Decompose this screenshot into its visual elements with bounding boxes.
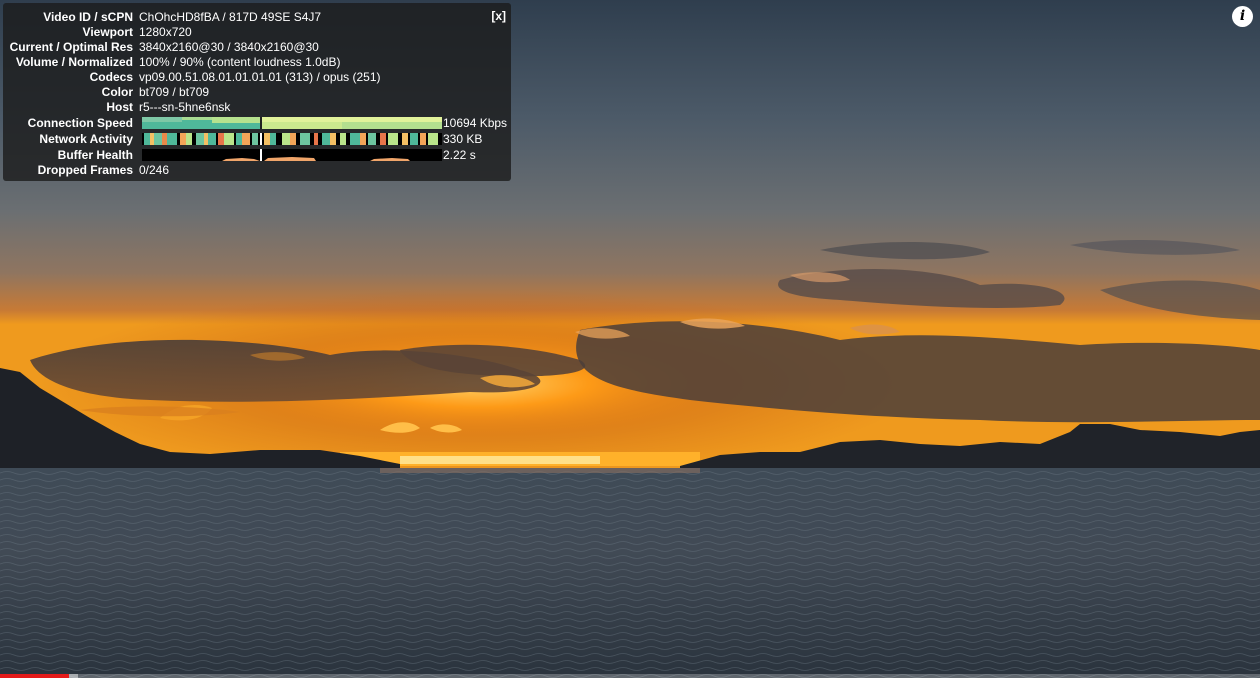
stats-value: r5---sn-5hne6nsk bbox=[139, 100, 231, 114]
stats-label: Connection Speed bbox=[27, 116, 133, 130]
stats-label: Buffer Health bbox=[57, 148, 133, 162]
buffer-health-value: 2.22 s bbox=[443, 148, 476, 162]
stats-row-dropped-frames: Dropped Frames 0/246 bbox=[3, 163, 511, 178]
stats-row-video-id: Video ID / sCPN ChOhcHD8fBA / 817D 49SE … bbox=[3, 10, 511, 25]
stats-row-host: Host r5---sn-5hne6nsk bbox=[3, 100, 511, 115]
stats-label: Dropped Frames bbox=[37, 163, 133, 177]
stats-value: vp09.00.51.08.01.01.01.01 (313) / opus (… bbox=[139, 70, 381, 84]
stats-row-codecs: Codecs vp09.00.51.08.01.01.01.01 (313) /… bbox=[3, 70, 511, 85]
network-activity-graph bbox=[142, 133, 442, 145]
connection-speed-graph bbox=[142, 117, 442, 129]
stats-value: 0/246 bbox=[139, 163, 170, 177]
network-activity-value: 330 KB bbox=[443, 132, 483, 146]
stats-label: Video ID / sCPN bbox=[43, 10, 133, 24]
stats-label: Host bbox=[106, 100, 133, 114]
stats-value: 100% / 90% (content loudness 1.0dB) bbox=[139, 55, 341, 69]
stats-label: Current / Optimal Res bbox=[9, 40, 133, 54]
stats-row-network-activity: Network Activity 330 KB bbox=[3, 132, 511, 147]
stats-value: 3840x2160@30 / 3840x2160@30 bbox=[139, 40, 319, 54]
buffer-health-graph bbox=[142, 149, 442, 161]
stats-label: Volume / Normalized bbox=[15, 55, 133, 69]
connection-speed-value: 10694 Kbps bbox=[443, 116, 508, 130]
stats-value: ChOhcHD8fBA / 817D 49SE S4J7 bbox=[139, 10, 322, 24]
stats-row-color: Color bt709 / bt709 bbox=[3, 85, 511, 100]
stats-value: 1280x720 bbox=[139, 25, 192, 39]
stats-for-nerds-panel: [x] Video ID / sCPN ChOhcHD8fBA / 817D 4… bbox=[3, 3, 511, 181]
stats-value: bt709 / bt709 bbox=[139, 85, 210, 99]
stats-row-volume: Volume / Normalized 100% / 90% (content … bbox=[3, 55, 511, 70]
stats-row-buffer-health: Buffer Health 2.22 s bbox=[3, 148, 511, 163]
stats-label: Viewport bbox=[82, 25, 133, 39]
stats-label: Codecs bbox=[89, 70, 133, 84]
progress-bar[interactable] bbox=[0, 674, 1260, 678]
info-icon[interactable]: i bbox=[1232, 6, 1253, 27]
progress-played bbox=[0, 674, 69, 678]
stats-label: Color bbox=[101, 85, 133, 99]
stats-row-viewport: Viewport 1280x720 bbox=[3, 25, 511, 40]
stats-row-connection-speed: Connection Speed 10694 Kbps bbox=[3, 116, 511, 131]
stats-row-resolution: Current / Optimal Res 3840x2160@30 / 384… bbox=[3, 40, 511, 55]
video-player[interactable]: [x] Video ID / sCPN ChOhcHD8fBA / 817D 4… bbox=[0, 0, 1260, 678]
stats-label: Network Activity bbox=[39, 132, 133, 146]
